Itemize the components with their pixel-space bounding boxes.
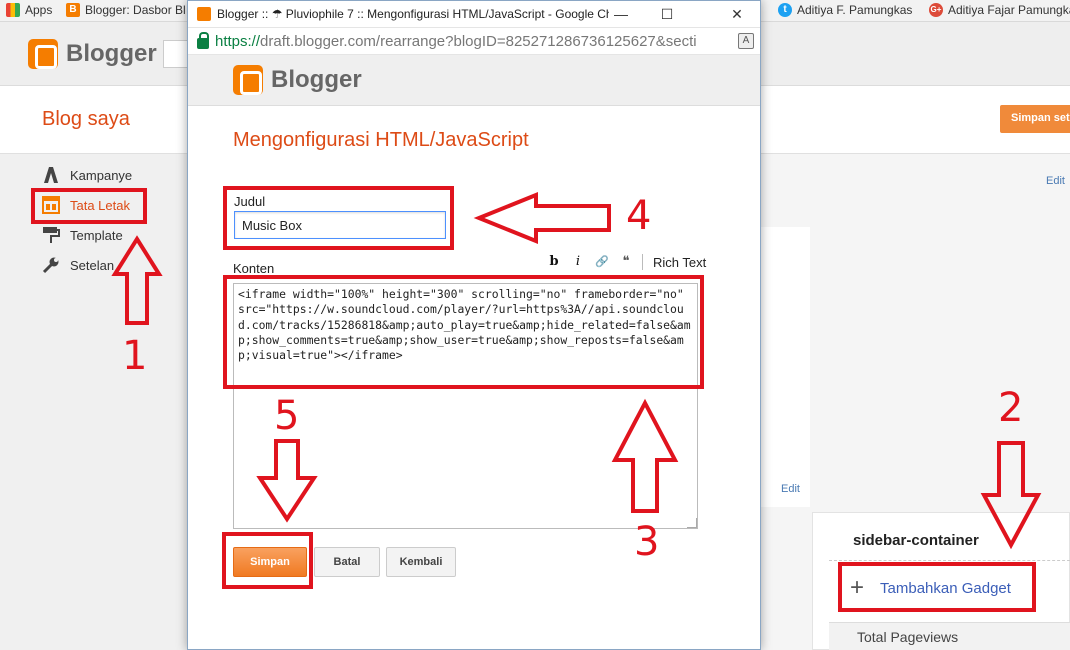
paint-roller-icon xyxy=(42,226,60,244)
popup-header: Blogger xyxy=(188,55,760,106)
popup-blogger-logo: Blogger xyxy=(233,65,362,95)
address-bar[interactable]: https:// draft.blogger.com/rearrange?blo… xyxy=(188,27,760,55)
bookmark-google-plus[interactable]: G+ Aditiya Fajar Pamungka xyxy=(929,3,1070,17)
wrench-icon xyxy=(42,256,60,274)
annotation-arrow-up-1 xyxy=(111,235,163,325)
google-plus-icon: G+ xyxy=(929,3,943,17)
konten-label: Konten xyxy=(233,261,275,276)
annotation-box-konten xyxy=(223,275,704,389)
layout-panel xyxy=(760,227,810,507)
annotation-arrow-down-5 xyxy=(256,439,318,523)
annotation-box-judul xyxy=(223,186,454,250)
close-button[interactable]: ✕ xyxy=(714,1,760,27)
window-title: Blogger :: ☂ Pluviophile 7 :: Mengonfigu… xyxy=(217,7,609,21)
nav-item-setelan[interactable]: Setelan xyxy=(42,256,114,274)
cancel-button[interactable]: Batal xyxy=(314,547,380,577)
blogger-logo[interactable]: Blogger xyxy=(28,39,157,69)
sidebar-container-title: sidebar-container xyxy=(853,532,979,549)
annotation-number-2: 2 xyxy=(998,385,1024,431)
annotation-number-3: 3 xyxy=(634,519,660,565)
annotation-box-simpan xyxy=(222,532,313,589)
edit-link-main[interactable]: Edit xyxy=(781,483,800,495)
sidebar-divider xyxy=(829,560,1070,561)
annotation-box-tata-letak xyxy=(31,188,147,224)
url-path: draft.blogger.com/rearrange?blogID=82527… xyxy=(260,32,697,50)
annotation-number-1: 1 xyxy=(122,333,148,379)
link-icon[interactable]: 🔗 xyxy=(594,253,610,271)
apps-grid-icon xyxy=(6,3,20,17)
nav-item-kampanye[interactable]: Kampanye xyxy=(42,166,132,184)
twitter-icon: t xyxy=(778,3,792,17)
url-scheme: https:// xyxy=(215,32,261,50)
maximize-button[interactable]: ☐ xyxy=(644,1,690,27)
annotation-arrow-up-3 xyxy=(611,398,679,513)
blogger-logo-icon xyxy=(233,65,263,95)
rich-text-toggle[interactable]: Rich Text xyxy=(653,255,706,270)
quote-icon[interactable]: ❝ xyxy=(618,253,634,271)
annotation-arrow-down-2 xyxy=(980,441,1042,550)
total-pageviews-gadget[interactable]: Total Pageviews xyxy=(829,622,1070,650)
nav-item-template[interactable]: Template xyxy=(42,226,123,244)
edit-link-header[interactable]: Edit xyxy=(1046,175,1065,187)
bookmark-twitter[interactable]: t Aditiya F. Pamungkas xyxy=(778,3,912,17)
editor-toolbar: b i 🔗 ❝ Rich Text xyxy=(546,253,706,271)
annotation-number-5: 5 xyxy=(274,393,300,439)
toolbar-divider xyxy=(642,254,643,270)
translate-icon[interactable]: A xyxy=(738,33,754,49)
italic-button[interactable]: i xyxy=(570,253,586,271)
campaign-icon xyxy=(42,166,60,184)
annotation-number-4: 4 xyxy=(626,193,652,239)
blogger-icon: B xyxy=(66,3,80,17)
window-titlebar[interactable]: Blogger :: ☂ Pluviophile 7 :: Mengonfigu… xyxy=(188,1,760,27)
lock-icon xyxy=(197,31,209,49)
minimize-button[interactable]: — xyxy=(598,1,644,27)
annotation-box-tambahkan-gadget xyxy=(838,562,1036,612)
blog-saya-link[interactable]: Blog saya xyxy=(42,108,130,131)
bold-button[interactable]: b xyxy=(546,253,562,271)
blogger-favicon xyxy=(197,7,211,21)
bookmark-apps[interactable]: Apps xyxy=(6,3,52,17)
page-title: Mengonfigurasi HTML/JavaScript xyxy=(233,129,529,151)
annotation-arrow-left-4 xyxy=(473,192,611,244)
blogger-logo-icon xyxy=(28,39,58,69)
save-settings-button[interactable]: Simpan set xyxy=(1000,105,1070,133)
bookmark-blogger-dashboard[interactable]: B Blogger: Dasbor Bl xyxy=(66,3,186,17)
resize-handle[interactable] xyxy=(687,518,697,528)
back-button[interactable]: Kembali xyxy=(386,547,456,577)
